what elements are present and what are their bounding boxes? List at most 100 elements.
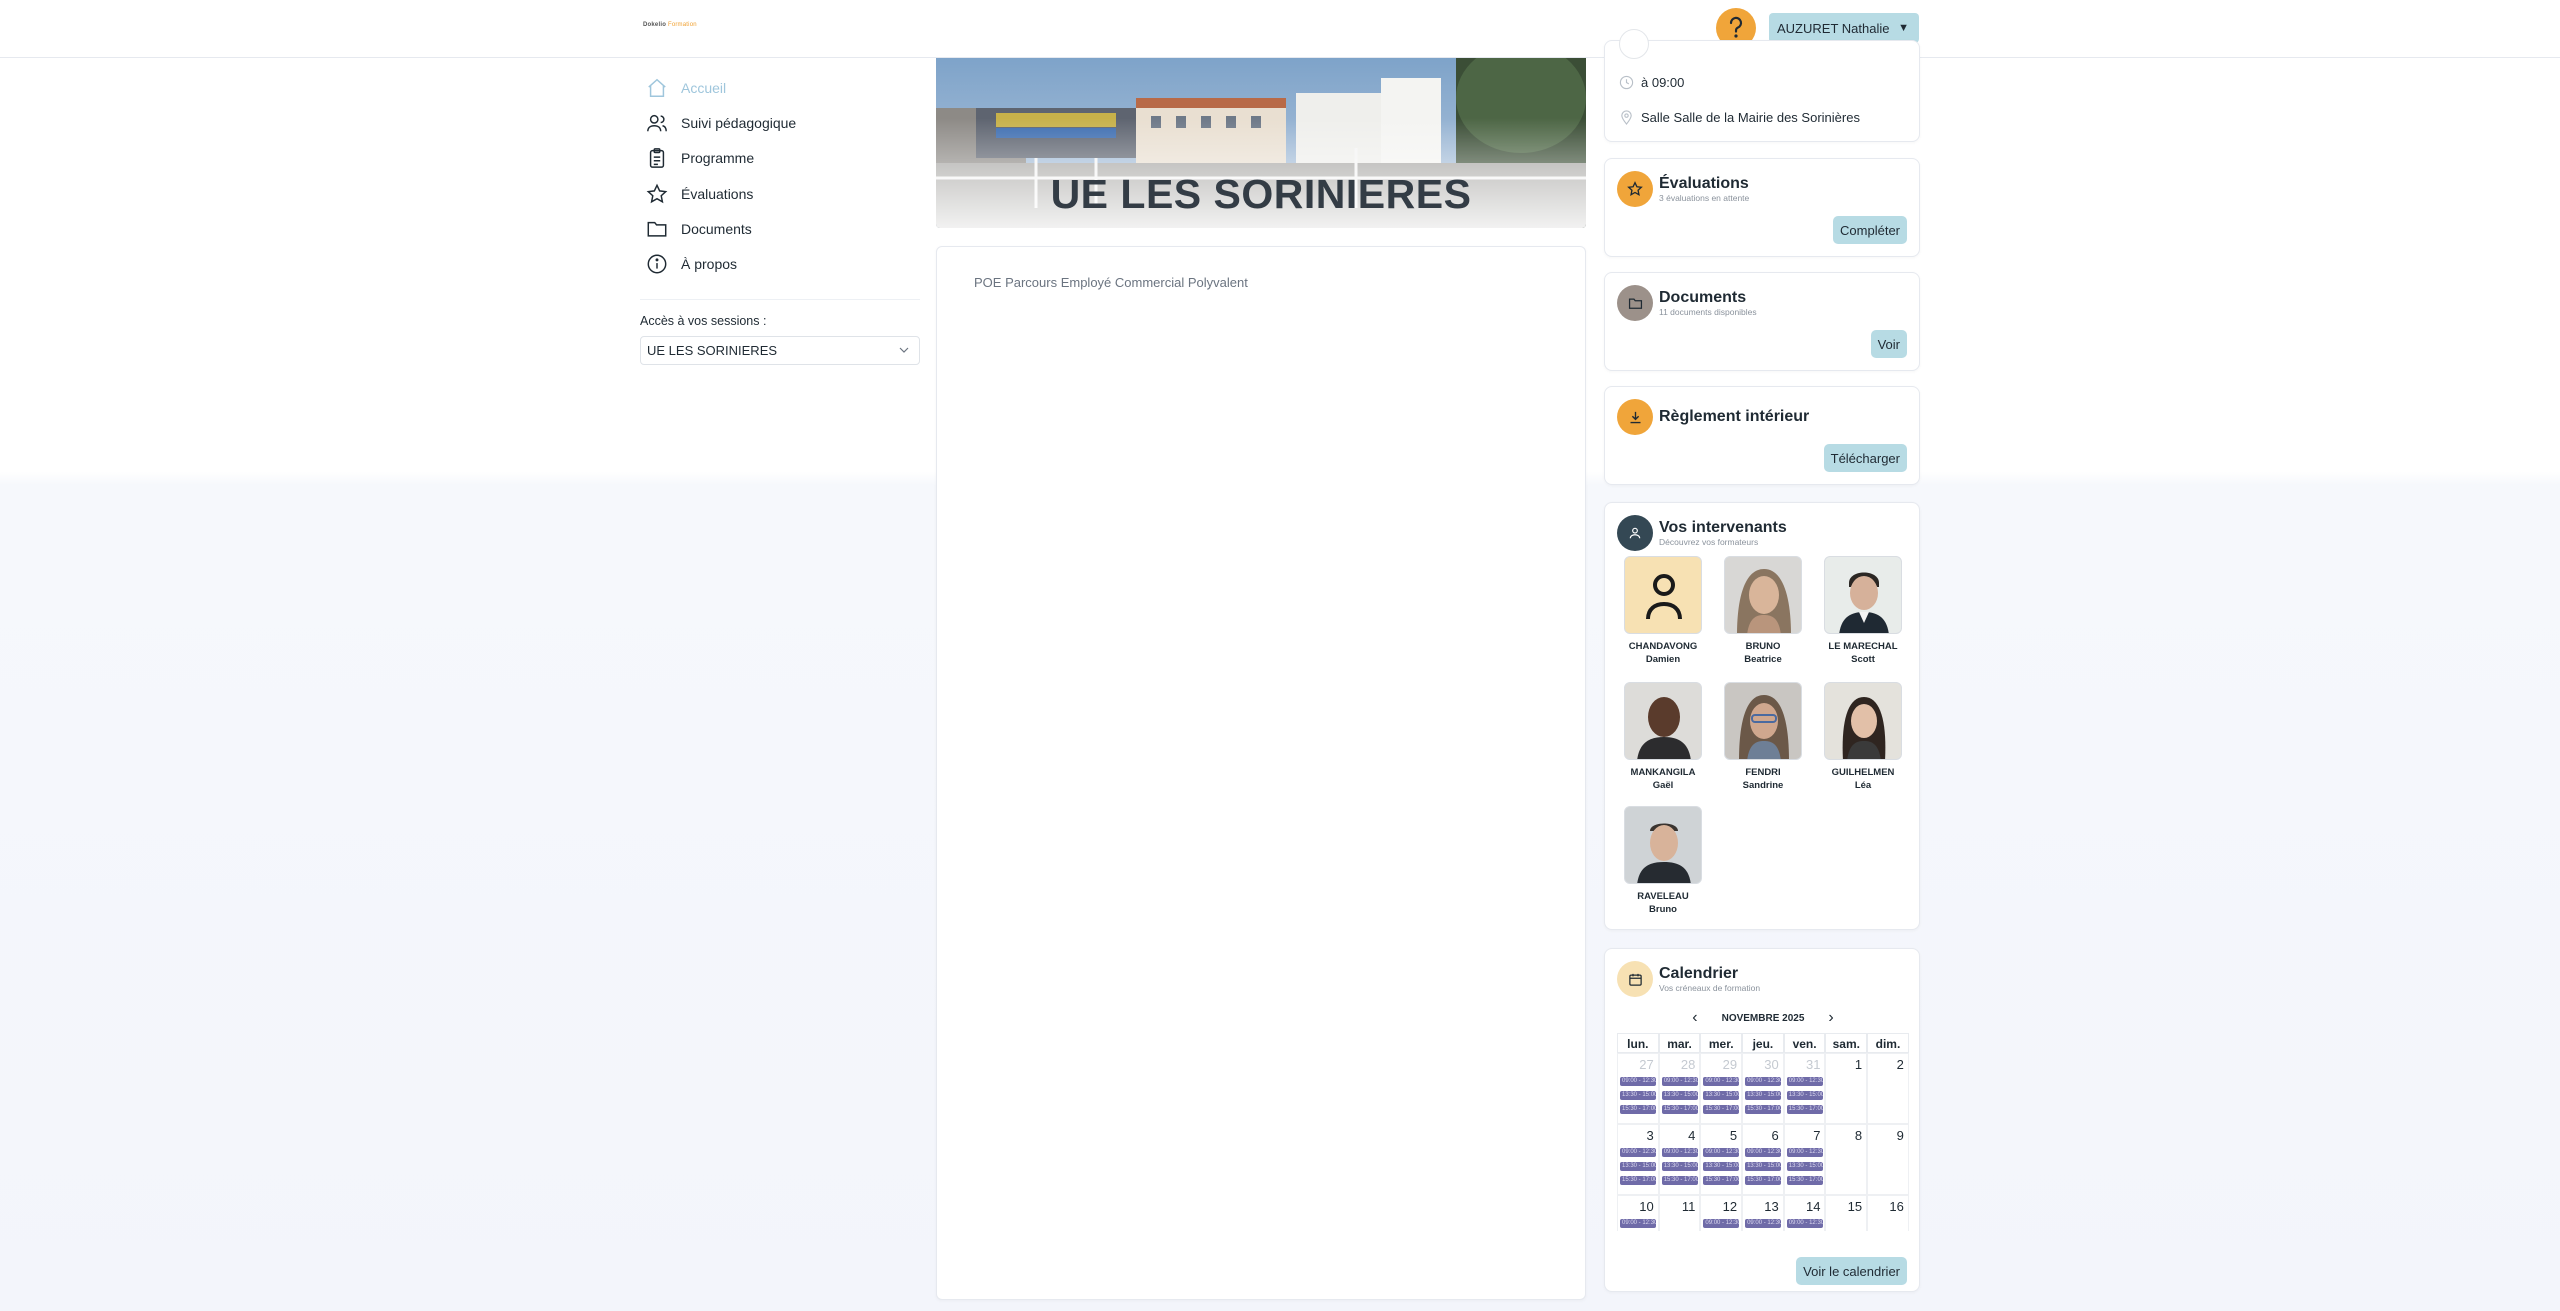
weekday-label: mar. (1658, 1033, 1701, 1053)
calendar-card: Calendrier Vos créneaux de formation ‹ N… (1604, 948, 1920, 1292)
calendar-day[interactable]: 1409:00 - 12:3013:30 - 15:0015:30 - 17:0… (1783, 1195, 1826, 1231)
calendar-event[interactable]: 13:30 - 15:00 (1745, 1091, 1782, 1100)
sidebar: Accueil Suivi pédagogique Programme Éval… (640, 70, 920, 365)
calendar-event[interactable]: 15:30 - 17:00 (1786, 1105, 1823, 1114)
sidebar-item-apropos[interactable]: À propos (640, 246, 920, 281)
prev-month-button[interactable]: ‹ (1692, 1009, 1697, 1027)
calendar-day[interactable]: 8 (1825, 1124, 1868, 1195)
calendar-day[interactable]: 27 09:00 - 12:30 13:30 - 15:00 15:30 - 17:0… (1617, 1053, 1659, 1124)
calendar-event[interactable]: 09:00 - 12:30 (1786, 1148, 1823, 1157)
trainer-card[interactable]: GUILHELMEN Léa (1816, 682, 1910, 792)
evaluations-subtitle: 3 évaluations en attente (1659, 193, 1750, 203)
calendar-event[interactable]: 13:30 - 15:00 (1745, 1162, 1782, 1171)
calendar-day[interactable]: 3 09:00 - 12:30 13:30 - 15:00 15:30 - 17:00 (1617, 1124, 1659, 1195)
calendar-day[interactable]: 5 09:00 - 12:30 13:30 - 15:00 15:30 - 17:00 (1700, 1124, 1743, 1195)
complete-evaluations-button[interactable]: Compléter (1833, 216, 1907, 244)
calendar-icon-circle (1617, 961, 1653, 997)
folder-icon (1628, 298, 1642, 309)
portrait-photo (1739, 695, 1789, 759)
calendar-day[interactable]: 9 (1867, 1124, 1909, 1195)
calendar-day[interactable]: 1309:00 - 12:3013:30 - 15:0015:30 - 17:0… (1742, 1195, 1784, 1231)
trainer-avatar (1824, 682, 1902, 760)
view-documents-button[interactable]: Voir (1870, 330, 1907, 358)
calendar-event[interactable]: 13:30 - 15:00 (1661, 1091, 1698, 1100)
calendar-day[interactable]: 15 (1825, 1195, 1868, 1231)
sidebar-item-programme[interactable]: Programme (640, 141, 920, 176)
download-reglement-button[interactable]: Télécharger (1823, 444, 1907, 472)
calendar-event[interactable]: 09:00 - 12:30 (1786, 1077, 1823, 1086)
session-icon-circle (1619, 29, 1649, 59)
calendar-day[interactable]: 7 09:00 - 12:30 13:30 - 15:00 15:30 - 17:00 (1783, 1124, 1826, 1195)
session-hero-banner: UE LES SORINIERES (936, 58, 1586, 228)
day-number: 9 (1896, 1128, 1904, 1143)
sidebar-item-evaluations[interactable]: Évaluations (640, 176, 920, 211)
reglement-card: Règlement intérieur Télécharger (1604, 386, 1920, 485)
day-number: 2 (1896, 1057, 1904, 1072)
clipboard-icon (649, 148, 665, 169)
day-number: 6 (1771, 1128, 1779, 1143)
calendar-event[interactable]: 09:00 - 12:30 (1786, 1219, 1823, 1228)
calendar-event[interactable]: 09:00 - 12:30 (1703, 1219, 1740, 1228)
calendar-day[interactable]: 28 09:00 - 12:30 13:30 - 15:00 15:30 - 17:0… (1658, 1053, 1701, 1124)
calendar-day[interactable]: 1009:00 - 12:3013:30 - 15:0015:30 - 17:0… (1617, 1195, 1659, 1231)
app-logo[interactable]: Dokelio Formation (643, 22, 697, 28)
calendar-event[interactable]: 15:30 - 17:00 (1786, 1176, 1823, 1185)
calendar-day[interactable]: 4 09:00 - 12:30 13:30 - 15:00 15:30 - 17:00 (1658, 1124, 1701, 1195)
calendar-day[interactable]: 30 09:00 - 12:30 13:30 - 15:00 15:30 - 17:0… (1742, 1053, 1784, 1124)
calendar-event[interactable]: 15:30 - 17:00 (1703, 1105, 1740, 1114)
top-bar: Dokelio Formation AUZURET Nathalie ▼ (0, 0, 2560, 58)
trainer-card[interactable]: BRUNO Beatrice (1716, 556, 1810, 666)
calendar-subtitle: Vos créneaux de formation (1659, 983, 1761, 993)
portrait-photo (1839, 572, 1889, 633)
calendar-event[interactable]: 13:30 - 15:00 (1620, 1162, 1656, 1171)
calendar-day[interactable]: 29 09:00 - 12:30 13:30 - 15:00 15:30 - 17:0… (1700, 1053, 1743, 1124)
calendar-event[interactable]: 15:30 - 17:00 (1745, 1105, 1782, 1114)
trainer-avatar (1624, 556, 1702, 634)
next-month-button[interactable]: › (1828, 1009, 1833, 1027)
sidebar-item-documents[interactable]: Documents (640, 211, 920, 246)
calendar-event[interactable]: 15:30 - 17:00 (1745, 1176, 1782, 1185)
trainer-card[interactable]: FENDRI Sandrine (1716, 682, 1810, 792)
calendar-event[interactable]: 13:30 - 15:00 (1703, 1091, 1740, 1100)
calendar-event[interactable]: 09:00 - 12:30 (1703, 1148, 1740, 1157)
calendar-event[interactable]: 13:30 - 15:00 (1661, 1162, 1698, 1171)
trainer-card[interactable]: CHANDAVONG Damien (1616, 556, 1710, 666)
trainer-card[interactable]: MANKANGILA Gaël (1616, 682, 1710, 792)
calendar-event[interactable]: 15:30 - 17:00 (1661, 1176, 1698, 1185)
calendar-event[interactable]: 09:00 - 12:30 (1620, 1148, 1656, 1157)
calendar-event[interactable]: 09:00 - 12:30 (1620, 1077, 1656, 1086)
calendar-event[interactable]: 13:30 - 15:00 (1703, 1162, 1740, 1171)
calendar-event[interactable]: 15:30 - 17:00 (1703, 1176, 1740, 1185)
calendar-event[interactable]: 09:00 - 12:30 (1661, 1077, 1698, 1086)
calendar-day[interactable]: 11 (1658, 1195, 1701, 1231)
calendar-event[interactable]: 13:30 - 15:00 (1786, 1091, 1823, 1100)
calendar-day[interactable]: 1 (1825, 1053, 1868, 1124)
calendar-event[interactable]: 15:30 - 17:00 (1661, 1105, 1698, 1114)
calendar-event[interactable]: 09:00 - 12:30 (1703, 1077, 1740, 1086)
view-calendar-button[interactable]: Voir le calendrier (1796, 1257, 1907, 1285)
trainer-card[interactable]: LE MARECHAL Scott (1816, 556, 1910, 666)
calendar-day[interactable]: 6 09:00 - 12:30 13:30 - 15:00 15:30 - 17:00 (1742, 1124, 1784, 1195)
calendar-day[interactable]: 16 (1867, 1195, 1909, 1231)
sidebar-item-suivi[interactable]: Suivi pédagogique (640, 105, 920, 140)
calendar-event[interactable]: 09:00 - 12:30 (1745, 1077, 1782, 1086)
user-menu-button[interactable]: AUZURET Nathalie ▼ (1769, 13, 1919, 43)
calendar-day[interactable]: 2 (1867, 1053, 1909, 1124)
calendar-event[interactable]: 13:30 - 15:00 (1620, 1091, 1656, 1100)
sidebar-item-accueil[interactable]: Accueil (640, 70, 920, 105)
calendar-event[interactable]: 13:30 - 15:00 (1786, 1162, 1823, 1171)
calendar-event[interactable]: 09:00 - 12:30 (1745, 1219, 1782, 1228)
session-info-card: à 09:00 Salle Salle de la Mairie des Sor… (1604, 29, 1920, 142)
calendar-event[interactable]: 15:30 - 17:00 (1620, 1105, 1656, 1114)
calendar-event[interactable]: 09:00 - 12:30 (1661, 1148, 1698, 1157)
session-select[interactable]: UE LES SORINIERES (640, 335, 920, 365)
calendar-day[interactable]: 1209:00 - 12:3013:30 - 15:0015:30 - 17:0… (1700, 1195, 1743, 1231)
calendar-event[interactable]: 09:00 - 12:30 (1745, 1148, 1782, 1157)
calendar-event[interactable]: 15:30 - 17:00 (1620, 1176, 1656, 1185)
day-number: 10 (1639, 1199, 1654, 1214)
calendar-day[interactable]: 31 09:00 - 12:30 13:30 - 15:00 15:30 - 17:0… (1783, 1053, 1826, 1124)
calendar-title: Calendrier (1659, 965, 1739, 982)
trainer-card[interactable]: RAVELEAU Bruno (1616, 806, 1710, 916)
user-name: AUZURET Nathalie (1777, 20, 1890, 36)
calendar-event[interactable]: 09:00 - 12:30 (1620, 1219, 1656, 1228)
